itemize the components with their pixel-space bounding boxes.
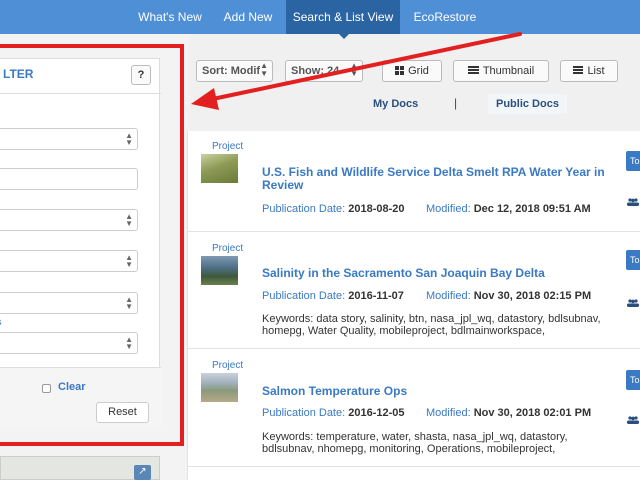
annotation-arrow-icon: [191, 32, 522, 110]
